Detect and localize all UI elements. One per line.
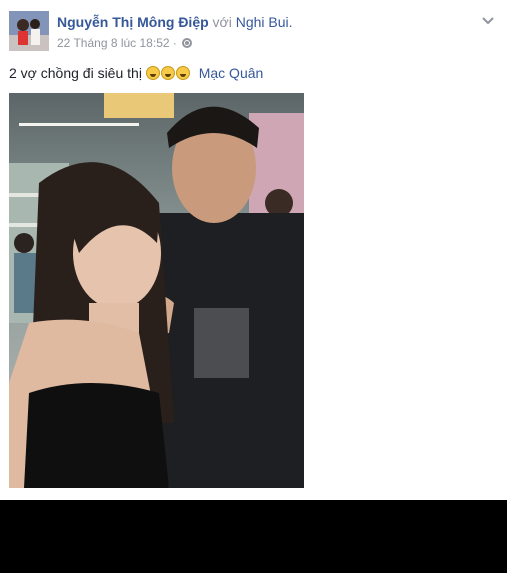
author-avatar[interactable] [9, 11, 49, 51]
post-photo[interactable] [9, 93, 304, 488]
post-header: Nguyễn Thị Mông Điệp với Nghi Bui. [57, 14, 293, 30]
laughing-face-icon [175, 66, 190, 80]
post-timestamp[interactable]: 22 Tháng 8 lúc 18:52 · [57, 36, 177, 50]
laughing-face-icon [145, 66, 160, 80]
globe-icon[interactable] [182, 38, 193, 48]
post-text: 2 vợ chồng đi siêu thị [9, 65, 142, 81]
bottom-letterbox [0, 500, 507, 573]
author-name-link[interactable]: Nguyễn Thị Mông Điệp [57, 14, 209, 30]
tagged-friend-link[interactable]: Nghi Bui. [236, 14, 293, 30]
post-meta: 22 Tháng 8 lúc 18:52 · [57, 36, 193, 50]
mention-link[interactable]: Mạc Quân [199, 65, 264, 81]
post-card: Nguyễn Thị Mông Điệp với Nghi Bui. 22 Th… [0, 0, 507, 500]
post-body: 2 vợ chồng đi siêu thị Mạc Quân [9, 65, 263, 81]
with-label: với [212, 14, 232, 30]
chevron-down-icon[interactable] [481, 14, 495, 28]
laughing-face-icon [160, 66, 175, 80]
